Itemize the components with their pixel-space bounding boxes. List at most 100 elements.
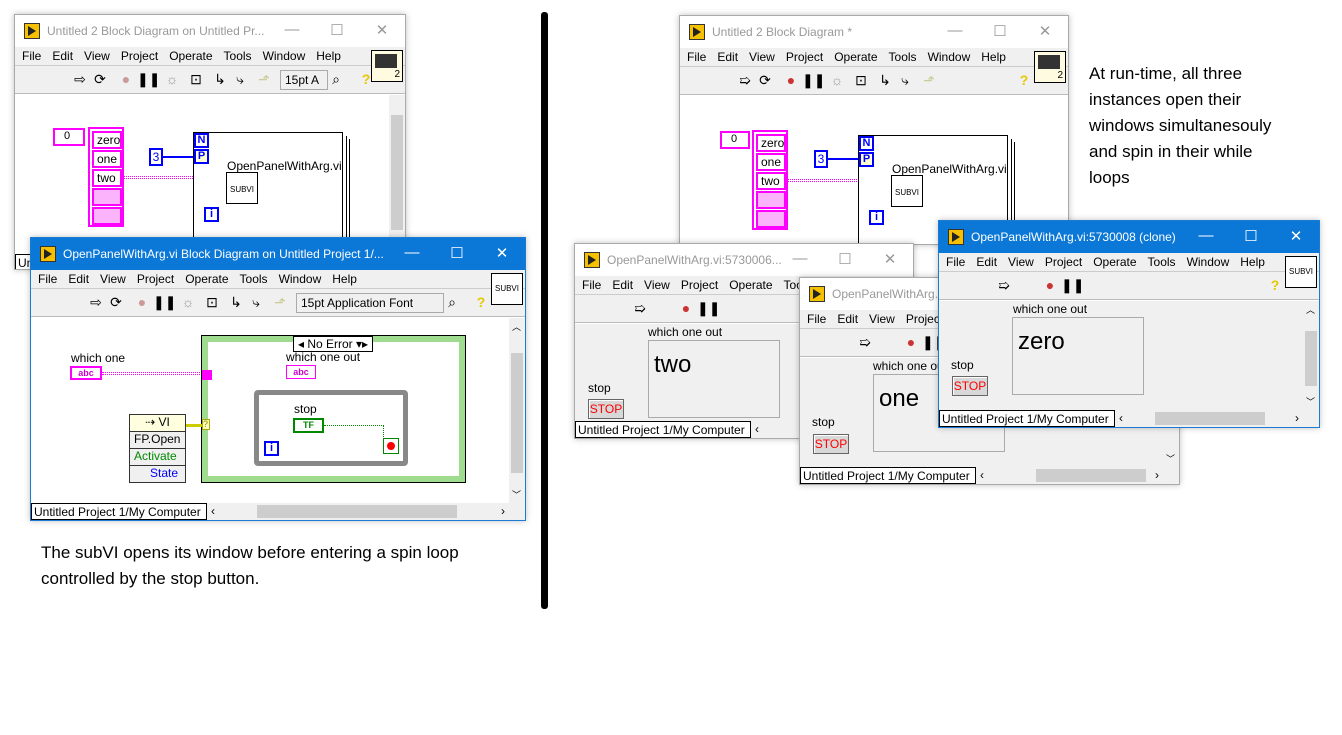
run-continuously-icon[interactable]: ⟳ bbox=[91, 71, 109, 88]
highlight-execution-icon[interactable]: ☼ bbox=[163, 71, 181, 87]
stop-button[interactable]: STOP bbox=[813, 434, 849, 454]
context-help-icon[interactable]: ? bbox=[472, 294, 490, 310]
close-button[interactable]: ✕ bbox=[372, 21, 392, 39]
menu-project[interactable]: Project bbox=[899, 310, 943, 326]
minimize-button[interactable]: — bbox=[402, 244, 422, 261]
loop-count-constant[interactable]: 3 bbox=[149, 148, 163, 166]
vi-icon[interactable]: 2 bbox=[1034, 51, 1066, 83]
which-one-control[interactable]: abc bbox=[70, 366, 102, 380]
abort-icon[interactable]: ● bbox=[133, 294, 151, 310]
menu-view[interactable]: View bbox=[77, 47, 110, 63]
minimize-button[interactable]: — bbox=[1196, 227, 1216, 244]
vi-icon[interactable]: 2 bbox=[371, 50, 403, 82]
block-diagram-canvas[interactable]: which one abc ◂ No Error ▾▸ which one ou… bbox=[31, 318, 525, 520]
close-button[interactable]: ✕ bbox=[880, 250, 900, 268]
close-button[interactable]: ✕ bbox=[1286, 227, 1306, 245]
pause-icon[interactable]: ❚❚ bbox=[697, 300, 720, 317]
step-over-icon[interactable]: ⤷ bbox=[896, 72, 914, 89]
title-bar[interactable]: OpenPanelWithArg.vi:5730006... — ☐ ✕ bbox=[575, 244, 913, 276]
menu-view[interactable]: View bbox=[637, 276, 670, 292]
subvi-node[interactable]: SUBVI bbox=[891, 175, 923, 207]
menu-edit[interactable]: Edit bbox=[969, 253, 997, 269]
running-arrow-icon[interactable]: ➯ bbox=[995, 277, 1013, 294]
menu-tools[interactable]: Tools bbox=[1141, 253, 1176, 269]
maximize-button[interactable]: ☐ bbox=[835, 250, 855, 268]
menu-help[interactable]: Help bbox=[974, 48, 1006, 64]
menu-edit[interactable]: Edit bbox=[45, 47, 73, 63]
menu-operate[interactable]: Operate bbox=[178, 270, 228, 286]
menu-view[interactable]: View bbox=[93, 270, 126, 286]
for-loop[interactable]: N P OpenPanelWithArg.vi SUBVI i bbox=[193, 132, 343, 242]
context-help-icon[interactable]: ? bbox=[1266, 277, 1284, 293]
menu-tools[interactable]: Tools bbox=[217, 47, 252, 63]
abort-icon[interactable]: ● bbox=[1041, 277, 1059, 293]
menu-view[interactable]: View bbox=[862, 310, 895, 326]
abort-icon[interactable]: ● bbox=[902, 334, 920, 350]
array-constant[interactable]: zero one two bbox=[752, 130, 788, 230]
menu-help[interactable]: Help bbox=[309, 47, 341, 63]
run-continuously-icon[interactable]: ⟳ bbox=[107, 294, 125, 311]
highlight-execution-icon[interactable]: ☼ bbox=[179, 294, 197, 310]
search-icon[interactable]: ⌕ bbox=[327, 71, 345, 88]
menu-tools[interactable]: Tools bbox=[882, 48, 917, 64]
menu-help[interactable]: Help bbox=[1233, 253, 1265, 269]
retain-wire-values-icon[interactable]: ⊡ bbox=[852, 72, 870, 89]
menu-window[interactable]: Window bbox=[1180, 253, 1230, 269]
menu-window[interactable]: Window bbox=[272, 270, 322, 286]
retain-wire-values-icon[interactable]: ⊡ bbox=[187, 71, 205, 88]
run-arrow-icon[interactable]: ⇨ bbox=[71, 71, 89, 88]
running-arrow-icon[interactable]: ➯ bbox=[736, 72, 754, 89]
array-constant[interactable]: zero one two bbox=[88, 127, 124, 227]
menu-operate[interactable]: Operate bbox=[722, 276, 772, 292]
horizontal-scrollbar[interactable]: ‹ › bbox=[1115, 410, 1319, 427]
step-into-icon[interactable]: ↳ bbox=[227, 294, 245, 311]
menu-edit[interactable]: Edit bbox=[710, 48, 738, 64]
abort-icon[interactable]: ● bbox=[782, 72, 800, 88]
menu-project[interactable]: Project bbox=[779, 48, 823, 64]
pause-icon[interactable]: ❚❚ bbox=[153, 294, 176, 311]
run-arrow-icon[interactable]: ⇨ bbox=[87, 294, 105, 311]
maximize-button[interactable]: ☐ bbox=[447, 244, 467, 262]
step-over-icon[interactable]: ⤷ bbox=[231, 71, 249, 88]
menu-edit[interactable]: Edit bbox=[61, 270, 89, 286]
menu-file[interactable]: File bbox=[15, 47, 41, 63]
pause-icon[interactable]: ❚❚ bbox=[137, 71, 160, 88]
step-out-icon[interactable]: ⬏ bbox=[920, 72, 938, 89]
title-bar[interactable]: OpenPanelWithArg.vi Block Diagram on Unt… bbox=[31, 238, 525, 270]
vi-icon[interactable]: SUBVI bbox=[1285, 256, 1317, 288]
menu-view[interactable]: View bbox=[742, 48, 775, 64]
menu-file[interactable]: File bbox=[939, 253, 965, 269]
running-block-diagram-window[interactable]: Untitled 2 Block Diagram * — ☐ ✕ File Edit Vie… bbox=[679, 15, 1069, 245]
pause-icon[interactable]: ❚❚ bbox=[1061, 277, 1084, 294]
stop-button[interactable]: STOP bbox=[588, 399, 624, 419]
menu-window[interactable]: Window bbox=[921, 48, 971, 64]
menu-operate[interactable]: Operate bbox=[827, 48, 877, 64]
font-size-dropdown[interactable]: 15pt A bbox=[280, 70, 328, 90]
retain-wire-values-icon[interactable]: ⊡ bbox=[203, 294, 221, 311]
close-button[interactable]: ✕ bbox=[1035, 22, 1055, 40]
close-button[interactable]: ✕ bbox=[492, 244, 512, 262]
menu-view[interactable]: View bbox=[1001, 253, 1034, 269]
menu-tools[interactable]: Tools bbox=[233, 270, 268, 286]
index-numeric-control[interactable]: 0 bbox=[720, 131, 750, 149]
pause-icon[interactable]: ❚❚ bbox=[802, 72, 825, 89]
menu-operate[interactable]: Operate bbox=[162, 47, 212, 63]
menu-operate[interactable]: Operate bbox=[1086, 253, 1136, 269]
maximize-button[interactable]: ☐ bbox=[327, 21, 347, 39]
step-into-icon[interactable]: ↳ bbox=[876, 72, 894, 89]
step-over-icon[interactable]: ⤷ bbox=[247, 294, 265, 311]
context-help-icon[interactable]: ? bbox=[1015, 72, 1033, 88]
running-arrow-icon[interactable]: ➯ bbox=[631, 300, 649, 317]
minimize-button[interactable]: — bbox=[790, 250, 810, 267]
abort-icon[interactable]: ● bbox=[117, 71, 135, 87]
run-continuously-icon[interactable]: ⟳ bbox=[756, 72, 774, 89]
property-node[interactable]: ⇢ VI FP.Open Activate State bbox=[129, 414, 186, 483]
stop-button[interactable]: STOP bbox=[952, 376, 988, 396]
menu-project[interactable]: Project bbox=[130, 270, 174, 286]
vertical-scrollbar[interactable]: ︿ ﹀ bbox=[1303, 301, 1319, 410]
horizontal-scrollbar[interactable]: ‹ › bbox=[207, 503, 525, 520]
abort-icon[interactable]: ● bbox=[677, 300, 695, 316]
minimize-button[interactable]: — bbox=[945, 22, 965, 39]
menu-file[interactable]: File bbox=[31, 270, 57, 286]
step-out-icon[interactable]: ⬏ bbox=[255, 71, 273, 88]
